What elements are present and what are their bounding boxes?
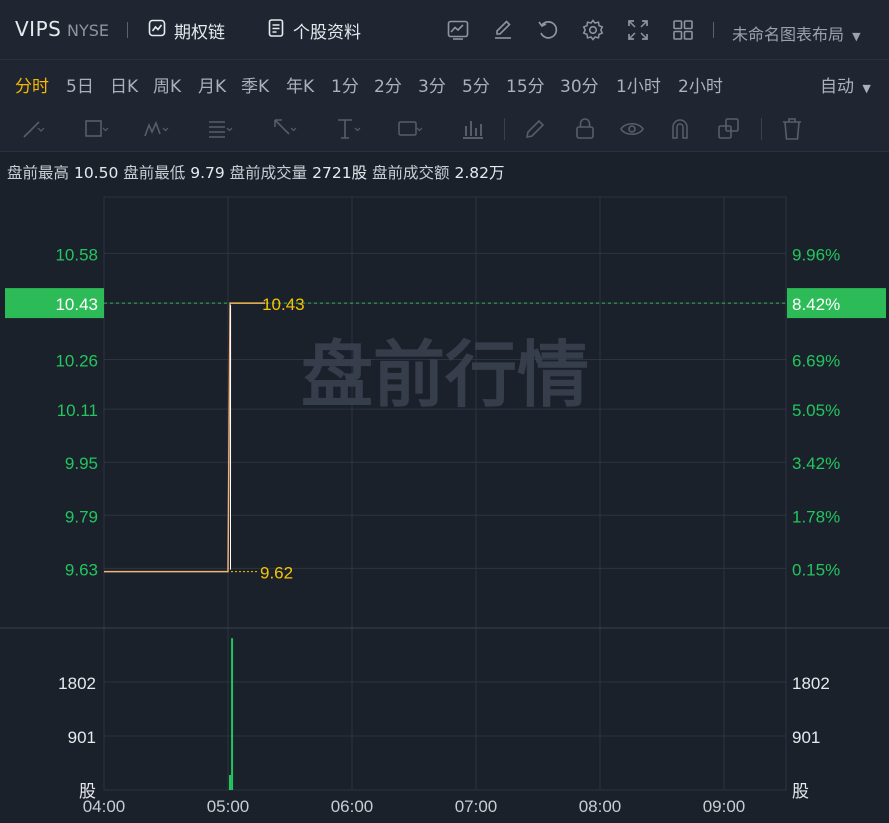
- annotation-label: 10.43: [262, 295, 305, 314]
- wave-tool-icon[interactable]: [143, 116, 169, 142]
- annotation-label: 9.62: [260, 564, 293, 583]
- pct-tick-label: 3.42%: [792, 454, 840, 473]
- fullscreen-icon[interactable]: [626, 18, 650, 42]
- dropdown-caret-icon: ▼: [852, 30, 861, 43]
- options-chain-icon: [147, 18, 167, 43]
- layout-name-label: 未命名图表布局: [732, 25, 845, 44]
- rectangle-tool-icon[interactable]: [83, 116, 109, 142]
- period-tab[interactable]: 3分: [418, 72, 446, 97]
- divider: [761, 118, 762, 140]
- period-tab[interactable]: 月K: [198, 72, 226, 97]
- volume-tick-label-right: 1802: [792, 674, 830, 693]
- period-tab[interactable]: 2小时: [678, 72, 723, 97]
- edit-icon[interactable]: [491, 18, 515, 42]
- stock-profile-label: 个股资料: [293, 22, 361, 43]
- current-pct-label: 8.42%: [792, 295, 840, 314]
- x-tick-label: 07:00: [455, 797, 498, 816]
- premarket-low-label: 盘前最低: [123, 164, 186, 182]
- volume-tick-label: 901: [68, 728, 96, 747]
- pct-tick-label: 0.15%: [792, 560, 840, 579]
- period-tab[interactable]: 日K: [110, 72, 138, 97]
- premarket-low-value: 9.79: [190, 164, 225, 182]
- period-tab[interactable]: 年K: [286, 72, 314, 97]
- divider: [127, 22, 128, 38]
- period-tab[interactable]: 5分: [462, 72, 490, 97]
- lock-icon[interactable]: [572, 116, 598, 142]
- trend-line-tool-icon[interactable]: [20, 116, 46, 142]
- period-tab[interactable]: 分时: [15, 72, 49, 97]
- period-tab[interactable]: 季K: [241, 72, 269, 97]
- current-price-label: 10.43: [55, 295, 98, 314]
- y-tick-label: 9.95: [65, 454, 98, 473]
- volume-tick-label: 1802: [58, 674, 96, 693]
- layout-selector[interactable]: 未命名图表布局 ▼: [732, 21, 861, 45]
- settings-icon[interactable]: [581, 18, 605, 42]
- pct-tick-label: 5.05%: [792, 401, 840, 420]
- text-tool-icon[interactable]: [335, 116, 361, 142]
- dropdown-caret-icon: ▼: [862, 82, 871, 95]
- volume-bar: [231, 638, 234, 790]
- document-icon: [266, 18, 286, 43]
- auto-scale-selector[interactable]: 自动 ▼: [820, 72, 871, 97]
- annotation-tool-icon[interactable]: [397, 116, 423, 142]
- divider: [504, 118, 505, 140]
- x-tick-label: 09:00: [703, 797, 746, 816]
- premarket-volume-label: 盘前成交量: [229, 164, 308, 182]
- eye-icon[interactable]: [619, 116, 645, 142]
- layout-grid-icon[interactable]: [671, 18, 695, 42]
- trash-icon[interactable]: [779, 116, 805, 142]
- pct-tick-label: 9.96%: [792, 245, 840, 264]
- plot-frame: [103, 196, 787, 791]
- volume-tick-label-right: 股: [792, 782, 809, 801]
- x-tick-label: 06:00: [331, 797, 374, 816]
- stock-profile-button[interactable]: 个股资料: [266, 18, 361, 43]
- volume-bar: [229, 775, 231, 790]
- x-tick-label: 04:00: [83, 797, 126, 816]
- pct-tick-label: 1.78%: [792, 507, 840, 526]
- y-tick-label: 10.58: [55, 245, 98, 264]
- period-tab[interactable]: 15分: [506, 72, 545, 97]
- duplicate-icon[interactable]: [716, 116, 742, 142]
- options-chain-button[interactable]: 期权链: [147, 18, 225, 43]
- x-tick-label: 05:00: [207, 797, 250, 816]
- pct-tick-label: 6.69%: [792, 351, 840, 370]
- period-tab[interactable]: 30分: [560, 72, 599, 97]
- period-tab[interactable]: 5日: [66, 72, 94, 97]
- premarket-amount-label: 盘前成交额: [372, 164, 450, 182]
- watermark-text: 盘前行情: [301, 333, 589, 417]
- period-tab[interactable]: 周K: [153, 72, 181, 97]
- pencil-icon[interactable]: [522, 116, 548, 142]
- premarket-high-label: 盘前最高: [7, 164, 70, 182]
- bar-chart-tool-icon[interactable]: [460, 116, 486, 142]
- y-tick-label: 9.79: [65, 507, 98, 526]
- period-tab[interactable]: 2分: [374, 72, 402, 97]
- reset-icon[interactable]: [536, 18, 560, 42]
- premarket-volume-value: 2721股: [312, 164, 368, 182]
- premarket-amount-value: 2.82万: [454, 164, 505, 182]
- period-tab[interactable]: 1小时: [616, 72, 661, 97]
- premarket-high-value: 10.50: [73, 164, 119, 182]
- indicator-icon[interactable]: [446, 18, 470, 42]
- divider: [713, 22, 714, 38]
- magnet-icon[interactable]: [667, 116, 693, 142]
- arrow-tool-icon[interactable]: [271, 116, 297, 142]
- period-tab[interactable]: 1分: [331, 72, 359, 97]
- y-tick-label: 9.63: [65, 560, 98, 579]
- y-tick-label: 10.11: [57, 401, 98, 420]
- price-line: [104, 302, 266, 573]
- exchange-label: NYSE: [67, 21, 110, 40]
- drawing-toolbar: [0, 106, 889, 152]
- ticker-symbol[interactable]: VIPS: [15, 17, 61, 41]
- premarket-stats: 盘前最高 10.50 盘前最低 9.79 盘前成交量 2721股 盘前成交额 2…: [7, 161, 504, 183]
- price-chart[interactable]: 盘前行情 10.58 10.43 10.26 10.11 9.95 9.79 9.63 9.96…: [0, 185, 889, 823]
- volume-tick-label-right: 901: [792, 728, 820, 747]
- y-tick-label: 10.26: [55, 351, 98, 370]
- auto-label: 自动: [820, 77, 854, 97]
- x-tick-label: 08:00: [579, 797, 622, 816]
- fibonacci-tool-icon[interactable]: [207, 116, 233, 142]
- options-chain-label: 期权链: [174, 22, 225, 43]
